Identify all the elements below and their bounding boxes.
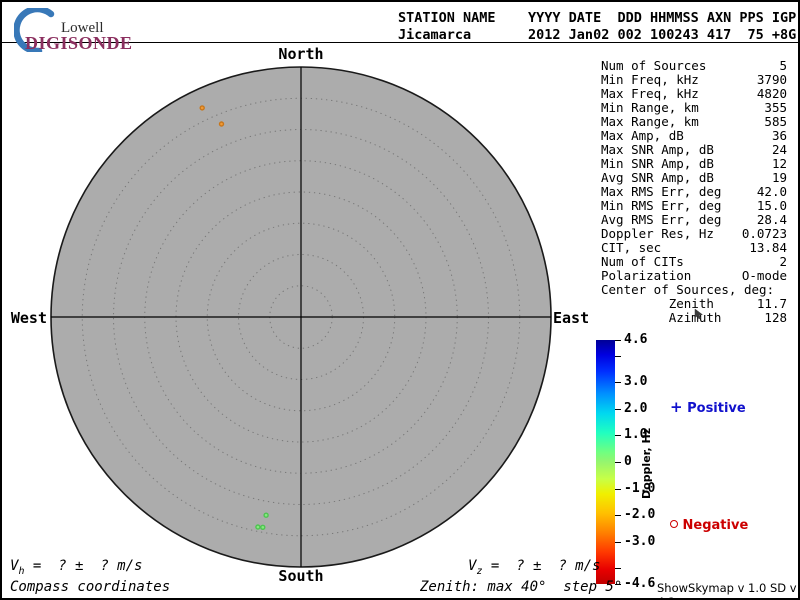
colorbar-gradient [596, 340, 615, 584]
colorbar-tick [615, 515, 621, 517]
stat-row: Max Freq, kHz 4820 [601, 86, 787, 101]
app-version-credit: ShowSkymap v 1.0 SD v 4.2 [657, 581, 798, 598]
positive-marker-icon: + [670, 398, 683, 416]
zenith-range-note: Zenith: max 40° step 5° [420, 579, 623, 595]
stat-row: Num of Sources 5 [601, 58, 787, 73]
station-header-columns: STATION NAME YYYY DATE DDD HHMMSS AXN PP… [398, 10, 797, 26]
stat-row: Center of Sources, deg: [601, 282, 775, 297]
skymap-plot [50, 66, 552, 568]
stat-row: Polarization O-mode [601, 268, 787, 283]
compass-label-west: West [10, 309, 47, 327]
stat-row: Max Amp, dB 36 [601, 128, 787, 143]
colorbar-tick-label: -2.0 [624, 507, 656, 523]
coordinates-note: Compass coordinates [10, 579, 171, 595]
colorbar-tick [615, 568, 621, 570]
source-dot [260, 524, 266, 530]
legend-positive-label: Positive [687, 401, 746, 416]
stat-row: Min Range, km 355 [601, 100, 787, 115]
source-dot [218, 121, 225, 127]
showskymap-window: Lowell DIGISONDE STATION NAME YYYY DATE … [0, 0, 800, 600]
colorbar-tick-label: 2.0 [624, 400, 648, 416]
mouse-cursor-icon [694, 308, 704, 320]
source-dot [199, 105, 205, 111]
colorbar-tick-label: 3.0 [624, 374, 648, 390]
colorbar-tick [615, 340, 621, 341]
logo-product: DIGISONDE [25, 33, 133, 53]
colorbar-tick [615, 541, 621, 543]
colorbar-tick [615, 435, 621, 437]
legend-positive: + Positive [670, 398, 746, 416]
colorbar-title: Doppler, Hz [640, 427, 653, 499]
colorbar-tick [615, 488, 621, 490]
colorbar-tick [615, 382, 621, 384]
source-dot [263, 512, 269, 518]
vz-velocity-readout: Vz = ? ± ? m/s [468, 558, 601, 577]
legend-negative: Negative [670, 518, 748, 533]
colorbar-tick [615, 355, 621, 357]
colorbar-tick [615, 462, 621, 463]
colorbar-tick-label: 4.6 [624, 332, 648, 347]
stat-row: Max RMS Err, deg 42.0 [601, 184, 787, 199]
stat-row: Min SNR Amp, dB 12 [601, 156, 787, 171]
stat-row: Doppler Res, Hz 0.0723 [601, 226, 787, 241]
stat-row: Avg RMS Err, deg 28.4 [601, 212, 787, 227]
colorbar-tick-label: -4.6 [624, 576, 656, 591]
stat-row: Num of CITs 2 [601, 254, 787, 269]
lowell-digisonde-logo: Lowell DIGISONDE [12, 6, 192, 53]
stat-row: Avg SNR Amp, dB 19 [601, 170, 787, 185]
colorbar-tick [615, 408, 621, 410]
negative-marker-icon [670, 520, 678, 528]
doppler-colorbar: 4.6 3.0 2.0 1.0 0 -1.0 -2.0 -3.0 -4.6 [596, 333, 676, 591]
stat-row: CIT, sec 13.84 [601, 240, 787, 255]
stat-row: Max Range, km 585 [601, 114, 787, 129]
vh-velocity-readout: Vh = ? ± ? m/s [10, 558, 143, 577]
colorbar-tick-label: -3.0 [624, 533, 656, 549]
source-dot [255, 524, 261, 530]
compass-label-north: North [278, 45, 324, 63]
stat-row: Max SNR Amp, dB 24 [601, 142, 787, 157]
stat-row: Min Freq, kHz 3790 [601, 72, 787, 87]
compass-label-south: South [278, 567, 324, 585]
stats-panel: Num of Sources 5 Min Freq, kHz 3790 Max Freq… [601, 59, 787, 325]
legend-negative-label: Negative [682, 518, 749, 533]
stat-row: Min RMS Err, deg 15.0 [601, 198, 787, 213]
colorbar-tick-label: 0 [624, 454, 632, 469]
